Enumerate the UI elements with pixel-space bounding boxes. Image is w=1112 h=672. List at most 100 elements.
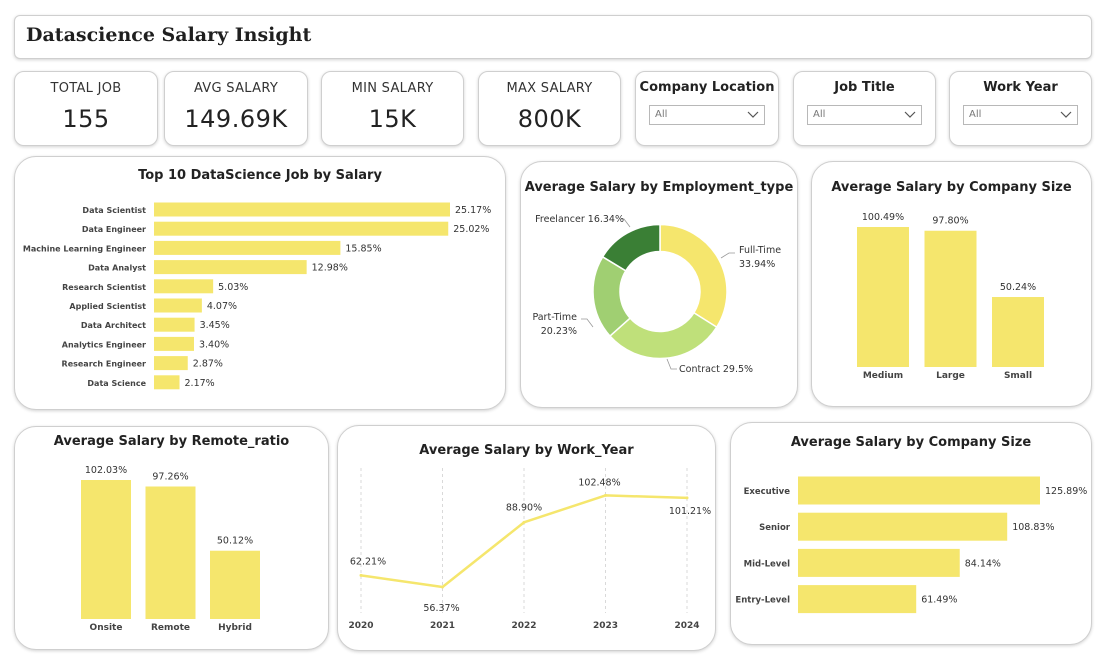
remote-ratio-card: Average Salary by Remote_ratio 102.03% On… bbox=[14, 426, 329, 650]
category-label: Data Analyst bbox=[88, 264, 146, 273]
data-label: 12.98% bbox=[312, 263, 348, 274]
data-label: 100.49% bbox=[862, 212, 904, 223]
bar bbox=[154, 221, 449, 236]
chevron-down-icon bbox=[904, 111, 916, 118]
category-label: Research Scientist bbox=[62, 283, 146, 292]
bar bbox=[798, 512, 1008, 541]
kpi-total-job: TOTAL JOB 155 bbox=[14, 71, 158, 146]
title-card: Datascience Salary Insight bbox=[14, 15, 1092, 59]
category-label: Data Scientist bbox=[82, 206, 146, 215]
top-jobs-card: Top 10 DataScience Job by Salary Data Sc… bbox=[14, 156, 506, 410]
category-label: Entry-Level bbox=[735, 596, 790, 606]
data-point bbox=[522, 520, 526, 524]
x-tick-label: 2021 bbox=[430, 621, 455, 631]
category-label: Onsite bbox=[90, 623, 123, 633]
work-year-chart: 62.21% 2020 56.37% 2021 88.90% 2022 102.48% 202… bbox=[348, 468, 711, 631]
data-label: 101.21% bbox=[669, 506, 711, 517]
kpi-min-salary: MIN SALARY 15K bbox=[321, 71, 464, 146]
chevron-down-icon bbox=[747, 111, 759, 118]
top-jobs-chart: Data Scientist 25.17% Data Engineer 25.02% M… bbox=[23, 202, 491, 390]
data-label: 84.14% bbox=[965, 558, 1001, 569]
slicer-label: Job Title bbox=[834, 80, 895, 95]
employment-type-chart: Full-Time 33.94% Contract 29.5% Part-Time 20… bbox=[532, 214, 781, 375]
experience-level-chart: Executive 125.89% Senior 108.83% Mid-Level 84… bbox=[735, 476, 1087, 614]
kpi-label: AVG SALARY bbox=[193, 81, 279, 96]
slice-value: 33.94% bbox=[739, 259, 775, 270]
slice-label: Part-Time bbox=[532, 312, 577, 323]
bar bbox=[798, 476, 1040, 505]
data-label: 4.07% bbox=[207, 301, 237, 312]
bar bbox=[992, 297, 1044, 367]
data-label: 61.49% bbox=[921, 595, 957, 606]
x-tick-label: 2022 bbox=[511, 621, 536, 631]
x-tick-label: 2024 bbox=[674, 621, 699, 631]
bar bbox=[154, 298, 202, 313]
category-label: Research Engineer bbox=[62, 360, 147, 369]
category-label: Data Architect bbox=[81, 321, 146, 330]
bar bbox=[154, 336, 194, 351]
leader-line bbox=[720, 252, 735, 259]
remote-ratio-chart: 102.03% Onsite 97.26% Remote 50.12% Hybrid bbox=[81, 465, 260, 633]
bar bbox=[154, 240, 341, 255]
bar bbox=[145, 486, 196, 619]
data-label: 50.12% bbox=[217, 536, 253, 547]
leader-line bbox=[666, 358, 677, 370]
dropdown-value: All bbox=[655, 109, 668, 120]
slicer-label: Company Location bbox=[639, 80, 775, 95]
data-point bbox=[359, 573, 363, 577]
job-title-dropdown[interactable]: All bbox=[807, 105, 922, 125]
bar bbox=[798, 548, 960, 577]
slice-value: 20.23% bbox=[541, 326, 577, 337]
data-point bbox=[441, 585, 444, 589]
data-label: 97.80% bbox=[932, 216, 968, 227]
bar bbox=[154, 356, 188, 371]
data-label: 50.24% bbox=[1000, 282, 1036, 293]
category-label: Senior bbox=[759, 523, 791, 533]
data-label: 102.03% bbox=[85, 465, 127, 476]
bar bbox=[154, 279, 214, 294]
data-label: 97.26% bbox=[152, 471, 188, 482]
data-label: 5.03% bbox=[218, 282, 248, 293]
kpi-value: 800K bbox=[517, 105, 582, 133]
data-label: 2.17% bbox=[185, 378, 215, 389]
category-label: Hybrid bbox=[218, 623, 252, 633]
slicer-company-location: Company Location All bbox=[635, 71, 779, 146]
category-label: Remote bbox=[151, 623, 190, 633]
category-label: Analytics Engineer bbox=[62, 340, 146, 349]
bar bbox=[154, 375, 180, 390]
bar bbox=[81, 480, 131, 619]
leader-line bbox=[581, 318, 594, 328]
data-label: 62.21% bbox=[350, 556, 386, 567]
donut-slice bbox=[659, 223, 728, 329]
bar bbox=[924, 230, 977, 367]
bar bbox=[210, 550, 260, 619]
data-point bbox=[604, 493, 607, 497]
data-label: 125.89% bbox=[1045, 486, 1087, 497]
kpi-label: MAX SALARY bbox=[506, 81, 593, 96]
slice-label: Freelancer 16.34% bbox=[535, 214, 624, 225]
kpi-avg-salary: AVG SALARY 149.69K bbox=[164, 71, 308, 146]
kpi-value: 155 bbox=[62, 105, 110, 133]
bar bbox=[154, 260, 307, 275]
bar bbox=[154, 202, 450, 217]
slice-label: Contract 29.5% bbox=[679, 364, 753, 375]
data-label: 102.48% bbox=[578, 477, 620, 488]
category-label: Machine Learning Engineer bbox=[23, 244, 146, 253]
work-year-dropdown[interactable]: All bbox=[963, 105, 1078, 125]
data-label: 56.37% bbox=[423, 603, 459, 614]
category-label: Executive bbox=[744, 487, 791, 497]
data-label: 108.83% bbox=[1012, 522, 1054, 533]
data-label: 88.90% bbox=[506, 502, 542, 513]
slicer-job-title: Job Title All bbox=[793, 71, 936, 146]
kpi-label: MIN SALARY bbox=[351, 81, 434, 96]
page-title: Datascience Salary Insight bbox=[26, 24, 312, 46]
data-label: 25.17% bbox=[455, 205, 491, 216]
company-location-dropdown[interactable]: All bbox=[649, 105, 765, 125]
data-point bbox=[685, 496, 689, 500]
x-tick-label: 2020 bbox=[348, 621, 373, 631]
bar bbox=[798, 585, 917, 614]
slice-label: Full-Time bbox=[739, 245, 781, 256]
category-label: Medium bbox=[863, 371, 903, 381]
bar bbox=[154, 317, 195, 332]
kpi-max-salary: MAX SALARY 800K bbox=[478, 71, 621, 146]
